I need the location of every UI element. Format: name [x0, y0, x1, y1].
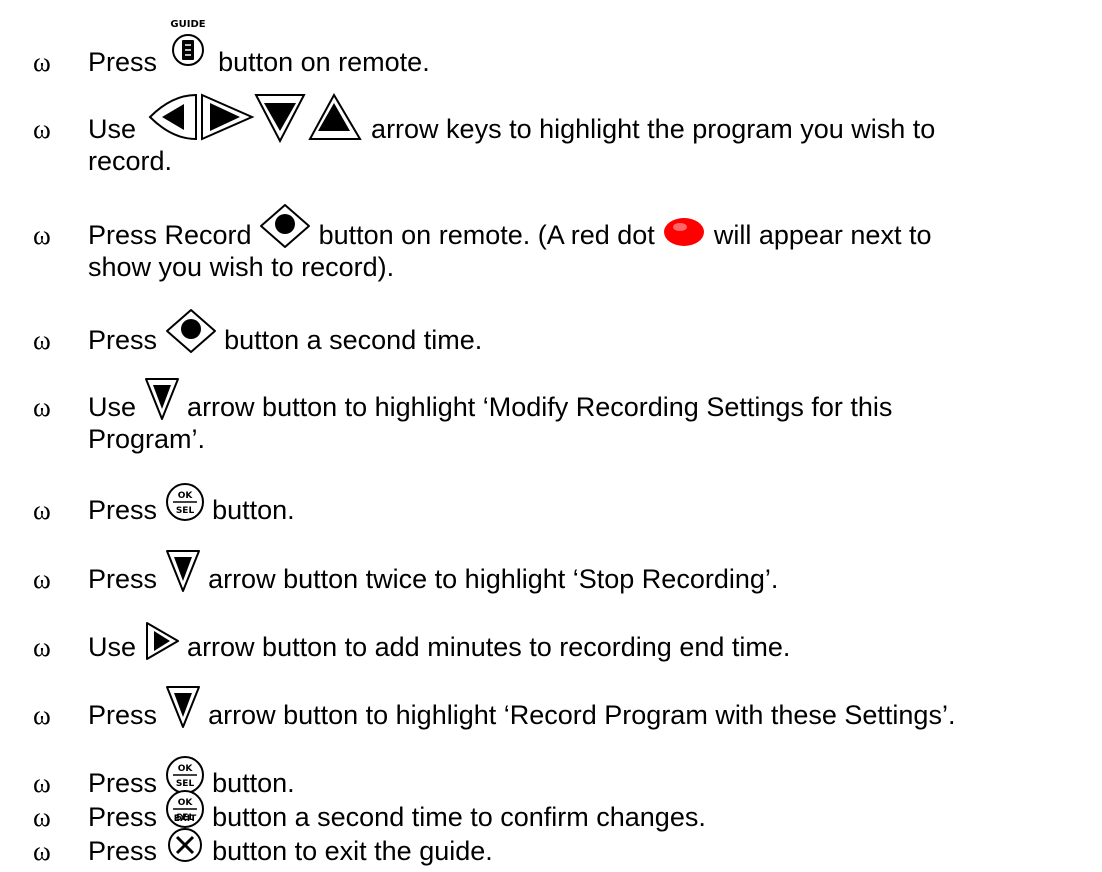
step-text: Press Record — [88, 220, 252, 250]
bullet: ω — [33, 114, 51, 144]
record-button-icon — [165, 309, 217, 354]
svg-text:OK: OK — [177, 491, 193, 501]
step-text: Press — [88, 700, 158, 730]
step-text: Press — [88, 564, 158, 594]
step-text: Press — [88, 495, 158, 525]
step-text: Use — [88, 392, 137, 422]
bullet: ω — [33, 47, 51, 77]
bullet: ω — [33, 768, 51, 798]
step-text: button. — [212, 768, 295, 798]
step-text: button to exit the guide. — [212, 836, 493, 866]
bullet: ω — [33, 802, 51, 832]
step-text: Use — [88, 632, 137, 662]
arrow-keys-icon — [144, 92, 364, 144]
bullet: ω — [33, 325, 51, 355]
step-text: show you wish to record). — [88, 252, 395, 282]
step-text: record. — [88, 146, 173, 176]
step-text: Press — [88, 836, 158, 866]
record-button-icon — [259, 204, 311, 249]
bullet: ω — [33, 632, 51, 662]
step-text: Press — [88, 325, 158, 355]
step-text: arrow button twice to highlight ‘Stop Re… — [208, 564, 779, 594]
svg-text:OK: OK — [177, 764, 193, 774]
step-text: button on remote. — [218, 47, 430, 77]
bullet: ω — [33, 495, 51, 525]
step-text: arrow button to highlight ‘Modify Record… — [187, 392, 893, 422]
step-text: button a second time. — [224, 325, 483, 355]
red-dot-icon — [662, 218, 706, 249]
ok-sel-button-icon: OK SEL — [165, 483, 205, 524]
step-text: Press — [88, 768, 158, 798]
down-arrow-icon — [165, 550, 201, 593]
bullet: ω — [33, 564, 51, 594]
step-text: button on remote. (A red dot — [318, 220, 655, 250]
down-arrow-icon — [165, 686, 201, 729]
guide-button-icon: GUIDE — [165, 19, 211, 76]
step-text: Press — [88, 802, 158, 832]
step-text: Use — [88, 114, 137, 144]
step-text: arrow keys to highlight the program you … — [371, 114, 936, 144]
bullet: ω — [33, 220, 51, 250]
step-text: arrow button to add minutes to recording… — [187, 632, 791, 662]
svg-text:OK: OK — [177, 798, 193, 808]
step-text: Program’. — [88, 424, 206, 454]
right-arrow-icon — [144, 622, 180, 661]
step-text: Press — [88, 47, 158, 77]
step-text: button. — [212, 495, 295, 525]
step-text: button a second time to confirm changes. — [212, 802, 706, 832]
svg-text:SEL: SEL — [175, 506, 194, 516]
step-text: will appear next to — [713, 220, 932, 250]
svg-text:EXIT: EXIT — [173, 814, 196, 824]
step-text: arrow button to highlight ‘Record Progra… — [208, 700, 956, 730]
down-arrow-icon — [144, 378, 180, 421]
bullet: ω — [33, 392, 51, 422]
bullet: ω — [33, 836, 51, 866]
exit-button-icon: EXIT — [165, 814, 205, 865]
bullet: ω — [33, 700, 51, 730]
svg-text:GUIDE: GUIDE — [170, 19, 205, 30]
